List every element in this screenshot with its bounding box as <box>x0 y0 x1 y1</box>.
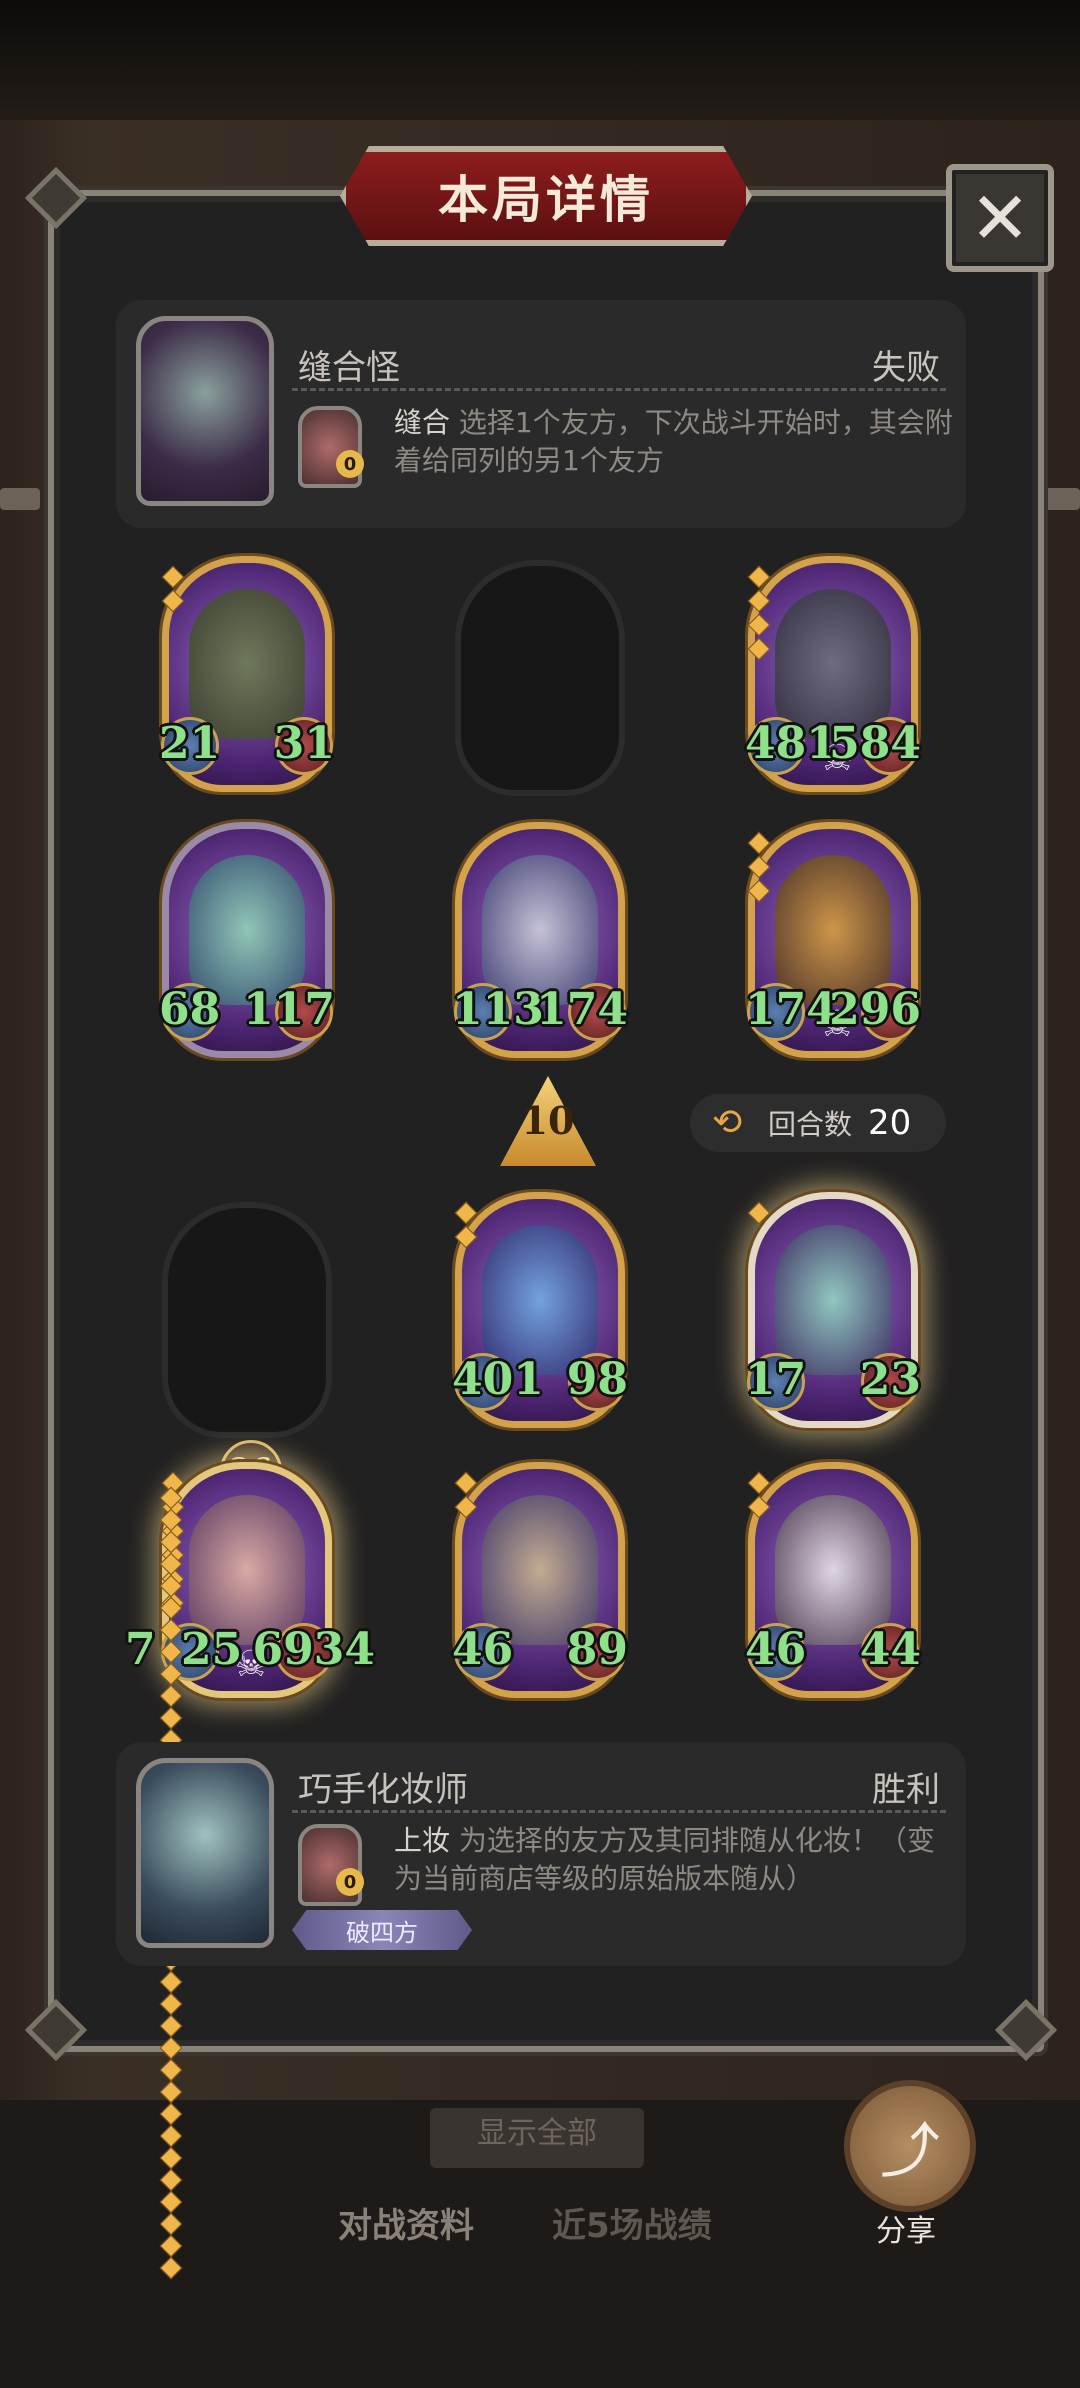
tab-battle-info[interactable]: 对战资料 <box>338 2198 474 2247</box>
status-bar-area <box>0 0 1080 120</box>
opponent-result: 失败 <box>872 348 940 388</box>
minion-art <box>189 855 305 1005</box>
tier-stars <box>454 1471 478 1523</box>
minion-health: 174 <box>536 984 628 1035</box>
tier-stars <box>747 1471 771 1523</box>
tier-stars <box>747 831 771 907</box>
opponent-avatar <box>136 316 274 506</box>
tier-stars <box>161 565 185 617</box>
hero-power-name: 上妆 <box>394 1824 451 1857</box>
hero-power-cost: 0 <box>336 450 364 478</box>
page-title: 本局详情 <box>438 171 654 229</box>
minion-attack: 21 <box>159 718 221 769</box>
minion-health: 584 <box>829 718 921 769</box>
player-minion-4[interactable]: ☠ 7 25 6934 <box>125 1462 375 1698</box>
hero-power-description: 缝合 选择1个友方，下次战斗开始时，其会附着给同列的另1个友方 <box>394 404 954 480</box>
minion-center-stat: 25 <box>181 1624 243 1675</box>
player-result: 胜利 <box>872 1770 940 1810</box>
hero-power-name: 缝合 <box>394 406 451 439</box>
refresh-icon: ⟲ <box>712 1102 743 1143</box>
minion-health: 6934 <box>252 1624 375 1675</box>
minion-attack: 17 <box>745 1354 807 1405</box>
minion-art <box>775 1225 891 1375</box>
minion-health: 89 <box>566 1624 628 1675</box>
minion-health: 31 <box>273 718 335 769</box>
player-card: 巧手化妆师 胜利 0 上妆 为选择的友方及其同排随从化妆！（变为当前商店等级的原… <box>116 1742 966 1966</box>
player-avatar <box>136 1758 274 1948</box>
minion-art <box>482 855 598 1005</box>
opponent-name: 缝合怪 <box>298 348 400 388</box>
player-minion-6[interactable]: 46 44 <box>745 1462 921 1698</box>
show-all-button[interactable]: 显示全部 <box>430 2108 644 2168</box>
tavern-level: 10 <box>521 1098 575 1143</box>
minion-attack: 401 <box>452 1354 544 1405</box>
hero-power-text: 为选择的友方及其同排随从化妆！（变为当前商店等级的原始版本随从） <box>394 1824 935 1895</box>
close-icon: ✕ <box>969 176 1031 260</box>
frame-hook-left <box>0 488 40 510</box>
player-name: 巧手化妆师 <box>298 1770 468 1810</box>
minion-art <box>189 589 305 739</box>
minion-attack: 46 <box>452 1624 514 1675</box>
player-minion-2[interactable]: 401 98 <box>452 1192 628 1428</box>
share-icon: ⤴ <box>880 2116 940 2187</box>
turn-label: 回合数 <box>768 1108 853 1141</box>
minion-health: 296 <box>829 984 921 1035</box>
hero-power-cost: 0 <box>336 1868 364 1896</box>
minion-attack: 7 <box>125 1624 156 1675</box>
title-plate: 本局详情 <box>340 146 752 246</box>
opponent-empty-slot <box>455 560 625 796</box>
opponent-card: 缝合怪 失败 0 缝合 选择1个友方，下次战斗开始时，其会附着给同列的另1个友方 <box>116 300 966 528</box>
share-label: 分享 <box>876 2214 936 2249</box>
tier-stars <box>747 565 771 665</box>
minion-art <box>775 855 891 1005</box>
turn-counter: ⟲ 回合数 20 <box>690 1094 946 1152</box>
close-button[interactable]: ✕ <box>946 164 1054 272</box>
minion-attack: 113 <box>452 984 544 1035</box>
hero-power-description: 上妆 为选择的友方及其同排随从化妆！（变为当前商店等级的原始版本随从） <box>394 1822 954 1898</box>
minion-health: 44 <box>859 1624 921 1675</box>
minion-health: 98 <box>566 1354 628 1405</box>
opponent-minion-3[interactable]: ☠ 481 584 <box>745 556 921 792</box>
minion-art <box>775 589 891 739</box>
turn-value: 20 <box>868 1103 912 1143</box>
share-button[interactable]: ⤴ <box>844 2080 976 2212</box>
minion-health: 23 <box>859 1354 921 1405</box>
minion-art <box>482 1225 598 1375</box>
minion-attack: 174 <box>745 984 837 1035</box>
divider <box>292 388 946 391</box>
minion-art <box>482 1495 598 1645</box>
tier-stars <box>747 1201 771 1229</box>
tab-recent-5[interactable]: 近5场战绩 <box>552 2198 712 2247</box>
player-tag: 破四方 <box>292 1910 472 1950</box>
divider <box>292 1810 946 1813</box>
opponent-minion-6[interactable]: ☠ 174 296 <box>745 822 921 1058</box>
minion-art <box>189 1495 305 1645</box>
frame-hook-right <box>1040 488 1080 510</box>
opponent-minion-1[interactable]: 21 31 <box>159 556 335 792</box>
minion-attack: 68 <box>159 984 221 1035</box>
minion-attack: 481 <box>745 718 837 769</box>
minion-health: 117 <box>243 984 335 1035</box>
tier-stars <box>454 1201 478 1253</box>
minion-attack: 46 <box>745 1624 807 1675</box>
opponent-minion-4[interactable]: 68 117 <box>159 822 335 1058</box>
player-empty-slot <box>162 1202 332 1438</box>
player-minion-3[interactable]: 17 23 <box>745 1192 921 1428</box>
hero-power-text: 选择1个友方，下次战斗开始时，其会附着给同列的另1个友方 <box>394 406 953 477</box>
opponent-minion-5[interactable]: 113 174 <box>452 822 628 1058</box>
minion-art <box>775 1495 891 1645</box>
player-minion-5[interactable]: 46 89 <box>452 1462 628 1698</box>
